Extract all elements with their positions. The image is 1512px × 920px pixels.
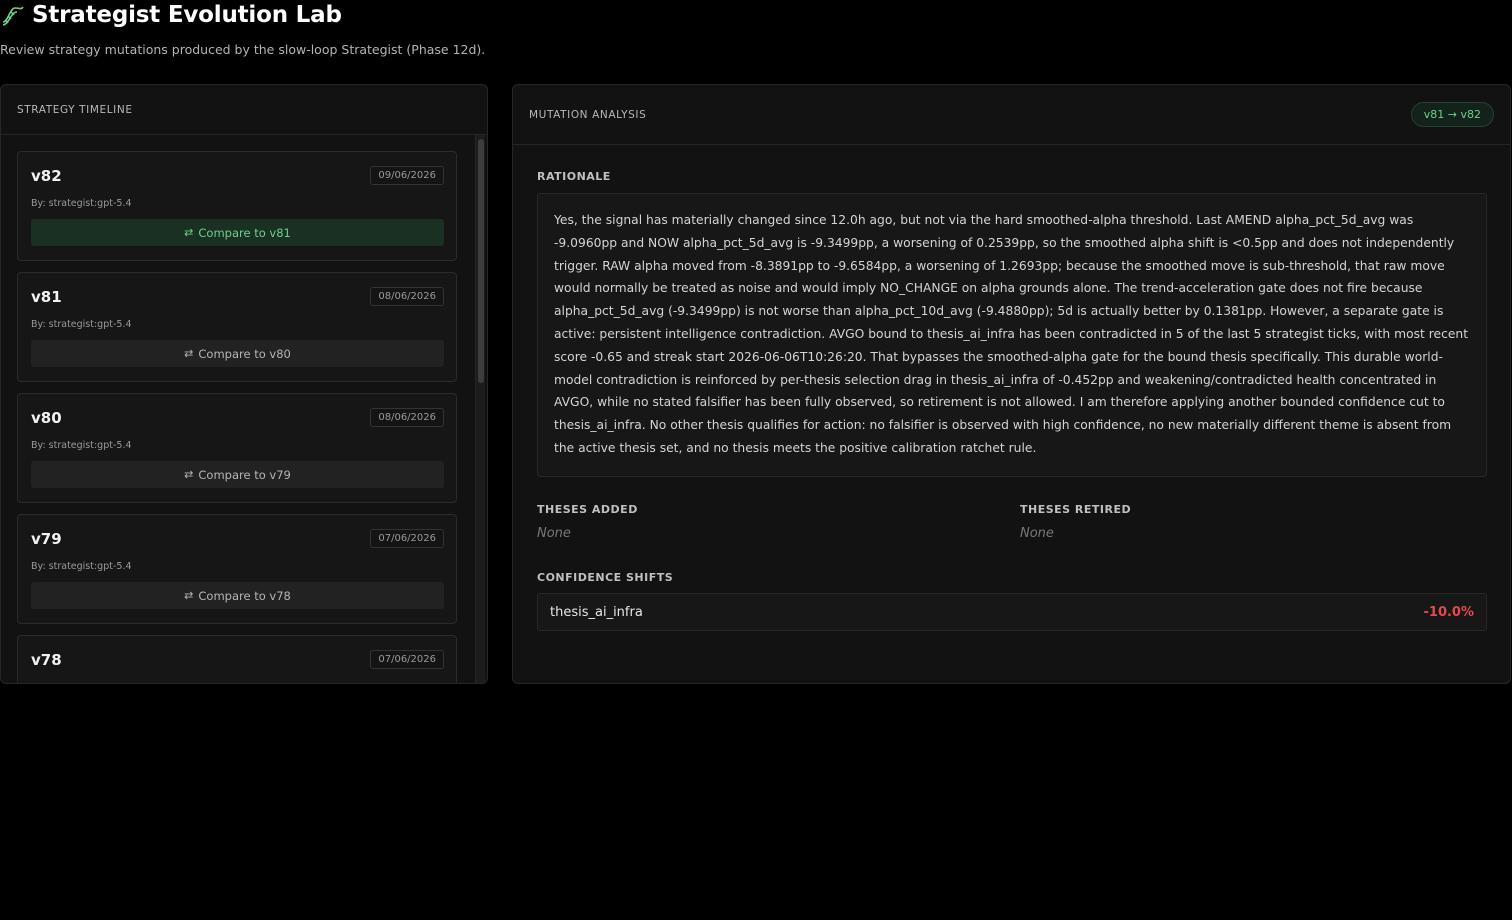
version-author: By: strategist:gpt-5.4 [31,319,132,330]
theses-added-value: None [537,526,571,541]
timeline-list[interactable]: v82 09/06/2026 By: strategist:gpt-5.4 ⇄ … [1,135,487,683]
version-card-v82[interactable]: v82 09/06/2026 By: strategist:gpt-5.4 ⇄ … [17,151,457,261]
version-card-v79[interactable]: v79 07/06/2026 By: strategist:gpt-5.4 ⇄ … [17,514,457,624]
git-compare-icon: ⇄ [184,226,194,239]
page-header: Strategist Evolution Lab Review strategy… [0,0,1512,70]
timeline-header: STRATEGY TIMELINE [1,85,487,135]
version-name: v82 [31,167,62,185]
date-badge: 08/06/2026 [370,408,444,427]
version-card-v80[interactable]: v80 08/06/2026 By: strategist:gpt-5.4 ⇄ … [17,393,457,503]
git-compare-icon: ⇄ [184,589,194,602]
compare-button-v82[interactable]: ⇄ Compare to v81 [31,219,444,246]
shift-thesis-name: thesis_ai_infra [550,604,643,620]
date-badge: 07/06/2026 [370,529,444,548]
rationale-label: RATIONALE [537,170,611,183]
mutation-analysis-panel: MUTATION ANALYSIS v81 → v82 RATIONALE Ye… [512,84,1511,684]
date-badge: 07/06/2026 [370,650,444,669]
version-name: v79 [31,530,62,548]
git-compare-icon: ⇄ [184,347,194,360]
confidence-shift-row: thesis_ai_infra -10.0% [537,593,1487,631]
rationale-box: Yes, the signal has materially changed s… [537,193,1487,477]
confidence-shifts-label: CONFIDENCE SHIFTS [537,571,674,584]
analysis-title: MUTATION ANALYSIS [529,108,647,121]
compare-label: Compare to v79 [198,467,291,482]
timeline-title: STRATEGY TIMELINE [17,103,133,116]
page-subtitle: Review strategy mutations produced by th… [0,42,486,57]
version-card-v81[interactable]: v81 08/06/2026 By: strategist:gpt-5.4 ⇄ … [17,272,457,382]
theses-added-label: THESES ADDED [537,503,638,516]
page-title: Strategist Evolution Lab [32,2,342,28]
scrollbar-thumb[interactable] [478,139,484,383]
shift-value: -10.0% [1423,604,1475,620]
theses-retired-value: None [1020,526,1054,541]
version-author: By: strategist:gpt-5.4 [31,561,132,572]
git-compare-icon: ⇄ [184,468,194,481]
version-name: v81 [31,288,62,306]
theses-retired-label: THESES RETIRED [1020,503,1132,516]
version-card-v78[interactable]: v78 07/06/2026 [17,635,457,683]
compare-label: Compare to v80 [198,346,291,361]
compare-label: Compare to v78 [198,588,291,603]
title-row: Strategist Evolution Lab [0,2,342,28]
compare-label: Compare to v81 [198,225,291,240]
dna-icon [0,2,26,28]
compare-button-v81[interactable]: ⇄ Compare to v80 [31,340,444,367]
analysis-header: MUTATION ANALYSIS v81 → v82 [513,85,1510,145]
rationale-text: Yes, the signal has materially changed s… [554,213,1469,455]
version-name: v80 [31,409,62,427]
compare-button-v79[interactable]: ⇄ Compare to v78 [31,582,444,609]
version-author: By: strategist:gpt-5.4 [31,440,132,451]
version-name: v78 [31,651,62,669]
strategy-timeline-panel: STRATEGY TIMELINE v82 09/06/2026 By: str… [0,84,488,684]
timeline-scrollbar[interactable] [475,135,485,683]
date-badge: 09/06/2026 [370,166,444,185]
compare-button-v80[interactable]: ⇄ Compare to v79 [31,461,444,488]
version-author: By: strategist:gpt-5.4 [31,198,132,209]
version-diff-pill: v81 → v82 [1410,102,1494,127]
date-badge: 08/06/2026 [370,287,444,306]
